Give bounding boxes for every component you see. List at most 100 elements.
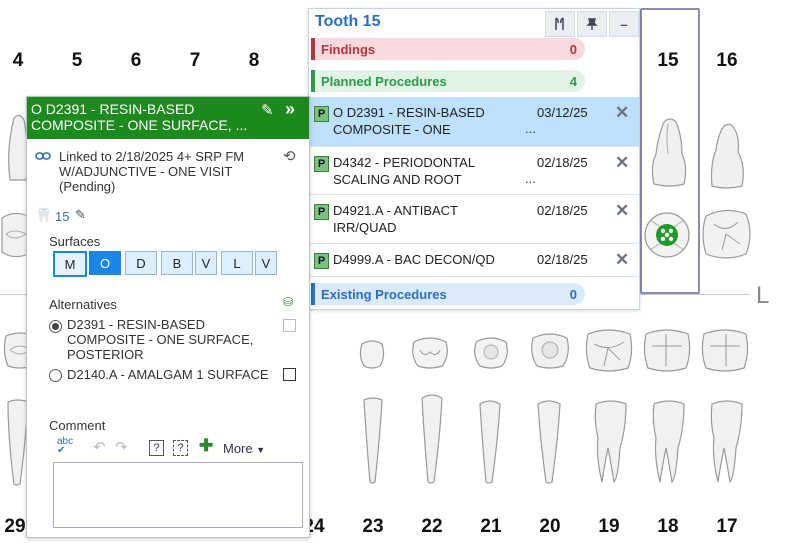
procedure-row[interactable]: P D4999.A - BAC DECON/QD 02/18/25 ✕ (309, 244, 639, 277)
tooth-image-23-root[interactable] (360, 396, 386, 486)
tooth-number-4[interactable]: 4 (0, 50, 36, 72)
procedure-detail-title: O D2391 - RESIN-BASED COMPOSITE - ONE SU… (31, 101, 261, 133)
alternative-radio-1[interactable] (49, 320, 62, 333)
tooth-pin-button[interactable] (577, 11, 607, 37)
surface-button-m[interactable]: M (53, 251, 87, 277)
tooth-number-7[interactable]: 7 (177, 50, 213, 72)
procedure-description: D4999.A - BAC DECON/QD (333, 251, 523, 268)
tooth-image-22-crown[interactable] (410, 334, 450, 370)
tooth-image-20-root[interactable] (534, 398, 564, 486)
tooth-image-18-crown[interactable] (642, 326, 692, 374)
planned-procedures-category[interactable]: Planned Procedures 4 (311, 70, 585, 92)
procedure-line1: D4921.A - ANTIBACT (333, 203, 458, 218)
findings-category[interactable]: Findings 0 (311, 38, 585, 60)
remove-procedure-icon[interactable]: ✕ (615, 250, 629, 270)
quadrant-mark: L (756, 282, 770, 309)
selected-tooth-highlight (640, 8, 700, 294)
surfaces-label: Surfaces (49, 234, 101, 249)
coverage-icon[interactable]: ⛁ (283, 295, 293, 309)
minimize-icon: – (620, 16, 628, 32)
comment-textarea[interactable] (53, 462, 303, 528)
surface-button-l[interactable]: L (221, 251, 253, 275)
comment-label: Comment (49, 418, 106, 433)
pin-icon (586, 18, 598, 30)
procedure-row[interactable]: P O D2391 - RESIN-BASED COMPOSITE - ONE … (309, 97, 639, 147)
expand-chevron-icon[interactable]: » (285, 99, 295, 120)
alternative-radio-2[interactable] (49, 369, 62, 382)
tooth-icon: 🦷 (35, 207, 53, 223)
procedure-date: 03/12/25 (537, 105, 588, 120)
alternative-2-checkbox[interactable] (283, 368, 296, 381)
tooth-tools-button[interactable] (545, 11, 575, 37)
tooth-image-19-root[interactable] (592, 398, 630, 486)
detail-title-line1: O D2391 - RESIN-BASED (31, 101, 195, 117)
remove-procedure-icon[interactable]: ✕ (615, 103, 629, 123)
procedure-description: D4921.A - ANTIBACT IRR/QUAD (333, 202, 523, 236)
tooth-image-20-crown[interactable] (529, 330, 571, 370)
tooth-image-16-crown[interactable] (700, 206, 752, 262)
procedure-line2: IRR/QUAD (333, 220, 397, 235)
spellcheck-icon[interactable]: abc ✔ (57, 437, 73, 456)
findings-label: Findings (321, 41, 376, 57)
alternative-1-checkbox[interactable] (283, 319, 296, 332)
linked-procedure-text: Linked to 2/18/2025 4+ SRP FM W/ADJUNCTI… (59, 149, 279, 194)
tooth-image-16-root[interactable] (706, 120, 748, 190)
undo-icon[interactable]: ↶ (93, 438, 106, 456)
planned-label: Planned Procedures (321, 73, 447, 89)
edit-tooth-icon[interactable]: ✎ (75, 207, 86, 223)
existing-label: Existing Procedures (321, 286, 447, 302)
tooth-number-5[interactable]: 5 (59, 50, 95, 72)
remove-procedure-icon[interactable]: ✕ (615, 201, 629, 221)
tooth-number-21[interactable]: 21 (473, 516, 509, 538)
procedure-detail-header: O D2391 - RESIN-BASED COMPOSITE - ONE SU… (27, 97, 309, 139)
add-icon[interactable]: ✚ (199, 436, 213, 456)
tooth-image-18-root[interactable] (650, 398, 688, 486)
tooth-number-23[interactable]: 23 (355, 516, 391, 538)
alternatives-label: Alternatives (49, 297, 117, 312)
surface-button-d[interactable]: D (125, 251, 157, 275)
edit-pencil-icon[interactable]: ✎ (261, 101, 274, 119)
procedure-row[interactable]: P D4921.A - ANTIBACT IRR/QUAD 02/18/25 ✕ (309, 195, 639, 244)
alternative-2-text: D2140.A - AMALGAM 1 SURFACE (67, 367, 269, 382)
procedure-more-text: ... (525, 171, 536, 186)
alt1-line1: D2391 - RESIN-BASED (67, 317, 205, 332)
history-icon[interactable]: ⟲ (283, 147, 296, 165)
findings-count: 0 (569, 41, 577, 57)
planned-status-icon: P (314, 156, 329, 172)
tooth-number-18[interactable]: 18 (650, 516, 686, 538)
tooth-image-17-crown[interactable] (700, 326, 750, 374)
procedure-date: 02/18/25 (537, 252, 588, 267)
existing-procedures-category[interactable]: Existing Procedures 0 (311, 283, 585, 305)
tooth-number-8[interactable]: 8 (236, 50, 272, 72)
tooth-number-16[interactable]: 16 (709, 50, 745, 72)
surface-button-v2[interactable]: V (255, 251, 277, 275)
remove-procedure-icon[interactable]: ✕ (615, 153, 629, 173)
help-box-icon[interactable]: ? (149, 440, 164, 456)
tooth-image-17-root[interactable] (708, 398, 746, 486)
tooth-minimize-button[interactable]: – (609, 11, 639, 37)
surface-button-b[interactable]: B (161, 251, 193, 275)
surface-button-v[interactable]: V (195, 251, 217, 275)
help-query-icon[interactable]: ? (173, 440, 188, 456)
procedure-date: 02/18/25 (537, 155, 588, 170)
surface-button-o[interactable]: O (89, 251, 121, 275)
more-menu-button[interactable]: More ▼ (223, 441, 265, 456)
redo-icon[interactable]: ↷ (115, 438, 128, 456)
tooth-image-22-root[interactable] (418, 392, 446, 486)
tooth-number-17[interactable]: 17 (709, 516, 745, 538)
tooth-image-21-root[interactable] (476, 398, 504, 486)
procedure-row[interactable]: P D4342 - PERIODONTAL SCALING AND ROOT 0… (309, 147, 639, 195)
tooth-image-23-crown[interactable] (356, 338, 388, 370)
link-icon (35, 152, 51, 160)
tooth-number-22[interactable]: 22 (414, 516, 450, 538)
tooth-image-21-crown[interactable] (472, 334, 510, 370)
tooth-number-19[interactable]: 19 (591, 516, 627, 538)
tooth-image-19-crown[interactable] (584, 326, 634, 374)
caret-down-icon: ▼ (256, 445, 266, 455)
alternative-1-text: D2391 - RESIN-BASED COMPOSITE - ONE SURF… (67, 317, 277, 362)
procedure-detail-panel: O D2391 - RESIN-BASED COMPOSITE - ONE SU… (26, 96, 310, 538)
tooth-number-6[interactable]: 6 (118, 50, 154, 72)
tooth-number-link[interactable]: 15 (55, 209, 69, 224)
tooth-number-20[interactable]: 20 (532, 516, 568, 538)
planned-count: 4 (569, 73, 577, 89)
